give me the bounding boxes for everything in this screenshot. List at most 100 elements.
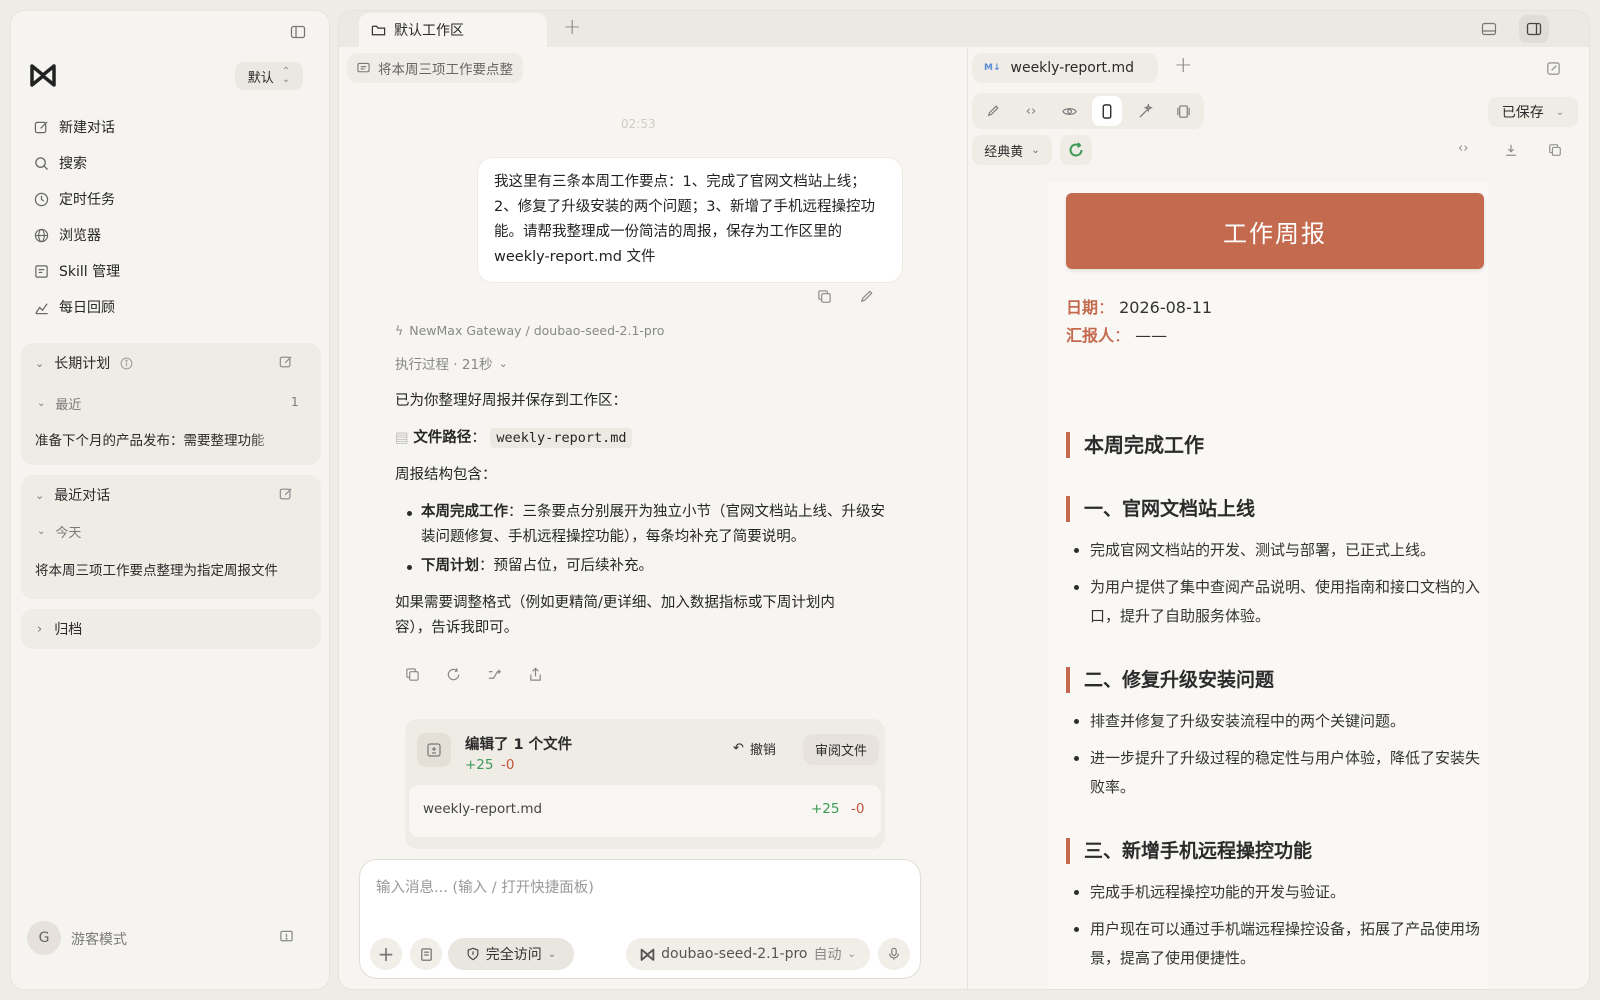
mobile-view-icon[interactable]: [1092, 96, 1122, 126]
refresh-theme-icon[interactable]: [1060, 135, 1092, 165]
access-mode-button[interactable]: 完全访问 ⌄: [448, 938, 574, 970]
model-auto: 自动: [813, 947, 842, 963]
add-file-tab-icon[interactable]: +: [1174, 53, 1192, 78]
context-button[interactable]: [410, 938, 442, 970]
copy-icon[interactable]: [817, 289, 832, 304]
chevron-down-icon: ⌄: [847, 948, 856, 960]
tab-workspace[interactable]: 默认工作区: [359, 13, 547, 47]
model-name: doubao-seed-2.1-pro: [661, 946, 808, 962]
nav-browser[interactable]: 浏览器: [33, 220, 101, 250]
nav-label: 定时任务: [59, 192, 115, 208]
copy-icon[interactable]: [1548, 143, 1562, 157]
attach-button[interactable]: +: [370, 938, 402, 970]
main-area: 默认工作区 + 将本周三项工作要点整 02:53 我这里有三条本周工作要点：1、…: [338, 10, 1590, 990]
access-label: 完全访问: [485, 947, 542, 963]
archive-group[interactable]: › 归档: [21, 609, 321, 649]
slides-icon[interactable]: [1168, 96, 1198, 126]
chevron-right-icon: ›: [37, 621, 43, 637]
chevron-down-icon: ⌄: [1031, 144, 1040, 156]
tab-bar: 默认工作区 +: [339, 11, 1589, 47]
code-view-icon[interactable]: ‹›: [1016, 96, 1046, 126]
recent-chats-header[interactable]: ⌄ 最近对话: [35, 485, 110, 505]
nav-skill[interactable]: Skill 管理: [33, 256, 120, 286]
feedback-icon[interactable]: [279, 929, 294, 944]
saved-status[interactable]: 已保存 ⌄: [1488, 97, 1578, 127]
doc-date: 日期： 2026-08-11: [1066, 298, 1213, 317]
right-panel-icon[interactable]: [1519, 15, 1549, 43]
model-selector[interactable]: doubao-seed-2.1-pro 自动 ⌄: [626, 938, 870, 970]
nav-new-chat[interactable]: 新建对话: [33, 112, 115, 142]
recent-label: 最近: [55, 398, 82, 413]
list-item: 用户现在可以通过手机端远程操控设备，拓展了产品使用场景，提高了使用便捷性。: [1066, 915, 1484, 973]
code-icon[interactable]: ‹›: [1458, 141, 1468, 156]
edit-mode-icon[interactable]: [978, 96, 1008, 126]
new-plan-icon[interactable]: [279, 355, 293, 369]
chevron-down-icon: ⌄: [35, 356, 45, 370]
file-icon: ▤: [395, 430, 409, 446]
long-term-item[interactable]: 准备下个月的产品发布：需要整理功能: [35, 429, 281, 449]
add-tab-icon[interactable]: +: [563, 15, 581, 40]
recent-chats-group: ⌄ 最近对话 ⌄ 今天 将本周三项工作要点整理为指定周报文件: [21, 475, 321, 599]
lines-removed: -0: [851, 801, 865, 817]
file-path-label: 文件路径: [413, 430, 472, 446]
structure-label: 周报结构包含：: [395, 467, 497, 483]
recent-chats-title: 最近对话: [54, 488, 111, 504]
process-toggle[interactable]: 执行过程 · 21秒 ⌄: [395, 353, 508, 374]
long-term-header[interactable]: ⌄ 长期计划: [35, 353, 133, 373]
theme-selector[interactable]: 经典黄 ⌄: [972, 135, 1052, 165]
review-file-button[interactable]: 审阅文件: [803, 734, 880, 765]
thread-title-chip[interactable]: 将本周三项工作要点整: [347, 53, 523, 83]
copy-icon[interactable]: [405, 667, 420, 682]
reporter-label: 汇报人: [1066, 326, 1115, 345]
chevron-down-icon: ⌄: [547, 948, 557, 960]
nav-label: 新建对话: [59, 120, 115, 136]
user-avatar[interactable]: G: [27, 921, 61, 955]
file-tab[interactable]: M↓ weekly-report.md: [972, 53, 1158, 83]
message-input[interactable]: 输入消息... (输入 / 打开快捷面板): [376, 876, 896, 897]
shield-icon: [466, 947, 480, 961]
recent-chat-item[interactable]: 将本周三项工作要点整理为指定周报文件: [35, 559, 278, 579]
bullet-title: 下周计划: [421, 558, 479, 574]
section-heading: 本周完成工作: [1066, 432, 1204, 458]
preview-eye-icon[interactable]: [1054, 96, 1084, 126]
process-label: 执行过程 · 21秒: [395, 357, 493, 373]
file-path-line: ▤ 文件路径： weekly-report.md: [395, 426, 895, 451]
clock-icon: [33, 191, 49, 207]
undo-button[interactable]: ↶ 撤销: [733, 739, 776, 758]
regenerate-icon[interactable]: [446, 667, 461, 682]
minimize-panel-icon[interactable]: [1481, 21, 1497, 37]
user-message: 我这里有三条本周工作要点：1、完成了官网文档站上线；2、修复了升级安装的两个问题…: [477, 157, 903, 283]
timestamp: 02:53: [621, 117, 656, 131]
skill-icon: [33, 263, 49, 279]
undo-label: 撤销: [749, 743, 776, 758]
popout-icon[interactable]: [1546, 61, 1561, 76]
long-term-title: 长期计划: [54, 356, 111, 372]
nav-scheduled[interactable]: 定时任务: [33, 184, 115, 214]
edit-message-icon[interactable]: [859, 289, 874, 304]
section-list: 排查并修复了升级安装流程中的两个关键问题。 进一步提升了升级过程的稳定性与用户体…: [1066, 707, 1484, 802]
chart-icon: [33, 299, 49, 315]
edited-file-row[interactable]: weekly-report.md +25 -0: [409, 785, 881, 837]
edit-icon: [33, 119, 49, 135]
folder-icon: [371, 23, 386, 38]
file-path-value[interactable]: weekly-report.md: [490, 428, 633, 448]
lines-removed: -0: [501, 757, 515, 773]
mode-label: 默认: [247, 70, 274, 86]
undo-icon: ↶: [733, 741, 744, 756]
nav-daily-review[interactable]: 每日回顾: [33, 292, 115, 322]
download-icon[interactable]: [1504, 143, 1518, 157]
info-icon: [120, 357, 133, 370]
magic-icon[interactable]: [1130, 96, 1160, 126]
section-heading: 三、新增手机远程操控功能: [1066, 838, 1312, 864]
recent-subheader[interactable]: ⌄ 最近: [37, 394, 81, 413]
today-subheader[interactable]: ⌄ 今天: [37, 522, 81, 541]
sidebar-toggle-icon[interactable]: [289, 23, 307, 41]
new-chat-icon[interactable]: [279, 487, 293, 501]
mode-selector[interactable]: 默认 ⌃ ⌄: [235, 62, 303, 90]
branch-icon[interactable]: [487, 667, 502, 682]
reply-closing: 如果需要调整格式（例如更精简/更详细、加入数据指标或下周计划内容），告诉我即可。: [395, 595, 835, 636]
share-icon[interactable]: [528, 667, 543, 682]
voice-button[interactable]: [878, 938, 910, 970]
composer: 输入消息... (输入 / 打开快捷面板) + 完全访问 ⌄ doubao-se…: [359, 859, 921, 979]
nav-search[interactable]: 搜索: [33, 148, 87, 178]
